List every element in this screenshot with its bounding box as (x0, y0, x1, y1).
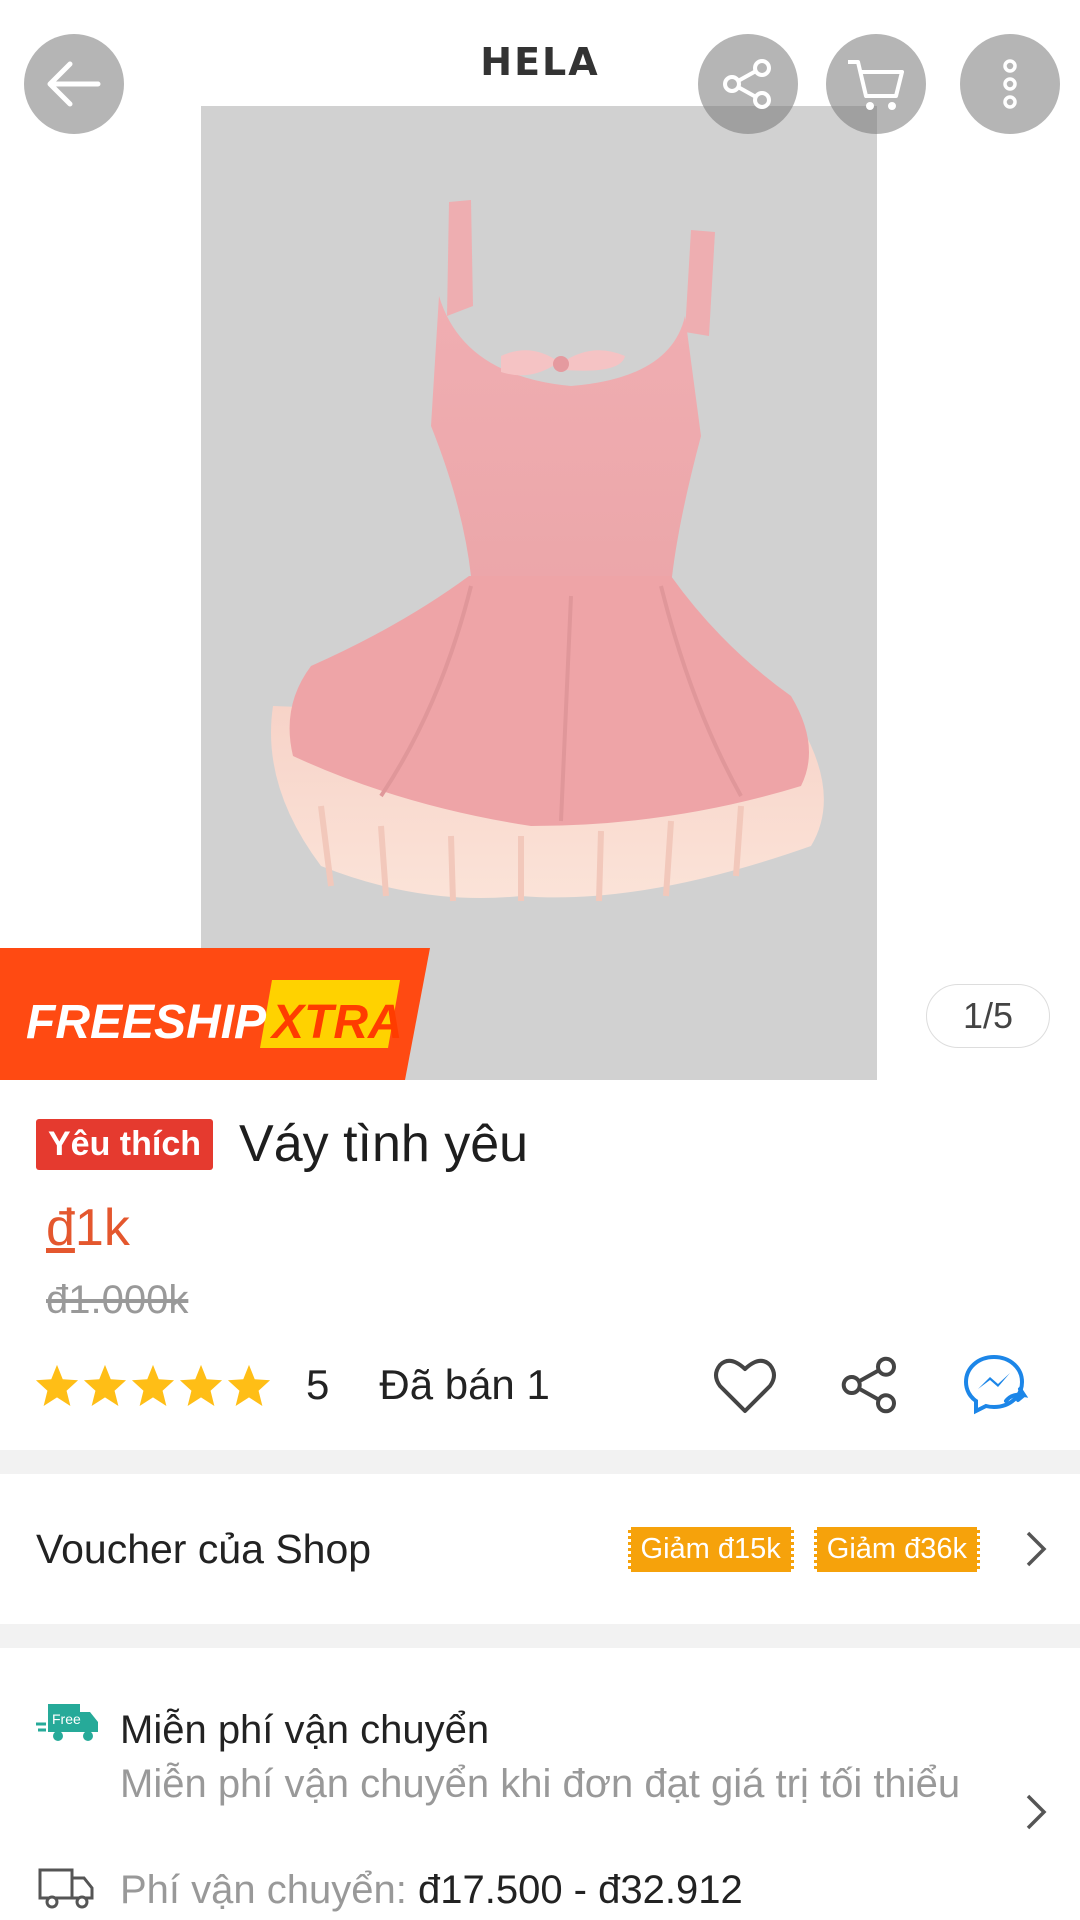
shipping-fee-label: Phí vận chuyển: (120, 1868, 418, 1912)
cart-icon (848, 60, 904, 110)
divider (0, 1624, 1080, 1648)
arrow-left-icon (47, 61, 101, 107)
back-button[interactable] (24, 34, 124, 134)
voucher-tags: Giảm đ15k Giảm đ36k (627, 1526, 980, 1572)
more-vertical-icon (1003, 59, 1017, 109)
free-icon-text: Free (52, 1711, 81, 1727)
truck-icon (38, 1868, 94, 1909)
shipping-row[interactable]: Free Miễn phí vận chuyển Miễn phí vận ch… (0, 1650, 1080, 1920)
divider (0, 1450, 1080, 1474)
rating-row: 5 Đã bán 1 (34, 1353, 1054, 1417)
star-rating (34, 1363, 272, 1407)
free-shipping-icon: Free (36, 1704, 98, 1741)
cart-button[interactable] (826, 34, 926, 134)
share-button[interactable] (698, 34, 798, 134)
star-icon (179, 1364, 223, 1407)
product-price: đ1k (46, 1198, 130, 1258)
dress-illustration (271, 200, 824, 902)
shipping-fee-range: đ17.500 - đ32.912 (417, 1868, 743, 1912)
freeship-xtra-badge: FREESHIP XTRA (0, 948, 430, 1080)
price-value: 1k (74, 1199, 130, 1257)
currency-symbol: đ (46, 1199, 75, 1257)
freeship-text: FREESHIP (26, 996, 267, 1049)
shipping-title: Miễn phí vận chuyển (120, 1708, 490, 1752)
more-button[interactable] (960, 34, 1060, 134)
xtra-text: XTRA (269, 996, 403, 1049)
rating-value: 5 (306, 1361, 330, 1408)
share-icon[interactable] (838, 1353, 902, 1417)
voucher-tag[interactable]: Giảm đ36k (813, 1526, 980, 1572)
original-price: đ1.000k (46, 1278, 189, 1322)
sold-count: Đã bán 1 (379, 1361, 550, 1408)
product-actions (712, 1353, 1034, 1417)
share-icon (723, 59, 771, 109)
product-image[interactable] (201, 106, 877, 1080)
chevron-right-icon[interactable] (1022, 1527, 1050, 1571)
favorite-badge: Yêu thích (36, 1118, 214, 1170)
star-icon (227, 1364, 271, 1407)
chevron-right-icon[interactable] (1022, 1790, 1050, 1834)
shipping-fee: Phí vận chuyển: đ17.500 - đ32.912 (120, 1868, 743, 1913)
voucher-label: Voucher của Shop (36, 1525, 372, 1572)
heart-icon[interactable] (712, 1355, 778, 1415)
image-counter: 1/5 (926, 984, 1050, 1048)
star-icon (35, 1364, 79, 1407)
messenger-share-icon[interactable] (962, 1353, 1034, 1417)
shop-voucher-row[interactable]: Voucher của Shop Giảm đ15k Giảm đ36k (0, 1474, 1080, 1624)
shipping-subtitle: Miễn phí vận chuyển khi đơn đạt giá trị … (120, 1762, 961, 1806)
star-icon (83, 1364, 127, 1407)
product-name: Váy tình yêu (239, 1115, 529, 1173)
voucher-tag[interactable]: Giảm đ15k (627, 1526, 794, 1572)
star-icon (131, 1364, 175, 1407)
product-title-row: Yêu thích Váy tình yêu (36, 1114, 528, 1174)
product-gallery[interactable]: HELA FREESHIP XTRA 1/5 (0, 0, 1080, 1080)
